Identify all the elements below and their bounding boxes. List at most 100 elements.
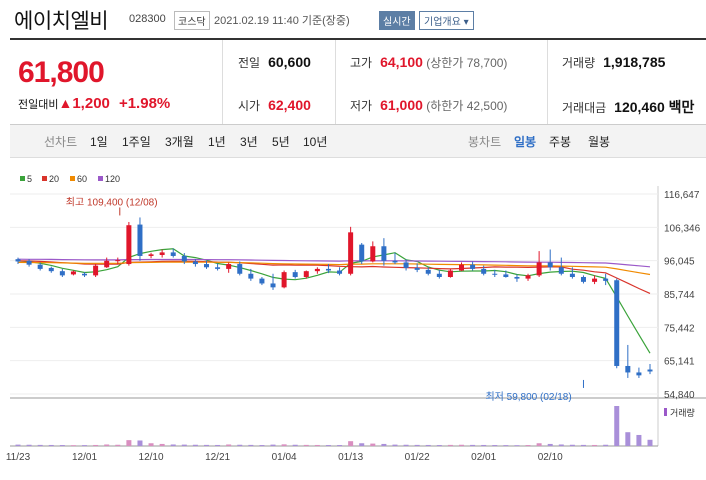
realtime-button[interactable]: 실시간 xyxy=(379,11,415,30)
volume-bar xyxy=(70,445,76,446)
candle-body xyxy=(381,246,387,261)
x-tick-label: 01/04 xyxy=(272,452,297,463)
tab-1w[interactable]: 1주일 xyxy=(122,133,151,150)
volume-stat: 거래량 1,918,785 xyxy=(562,54,666,70)
y-tick-label: 116,647 xyxy=(664,190,700,201)
divider xyxy=(547,40,548,124)
candle-body xyxy=(192,261,198,265)
volume-bar xyxy=(337,445,343,446)
legend-swatch-5 xyxy=(20,176,25,181)
volume-bar xyxy=(115,444,121,446)
candle-body xyxy=(625,365,631,373)
candle-body xyxy=(181,255,187,262)
volume-bar xyxy=(48,444,54,446)
candle-body xyxy=(148,254,154,256)
chart-grid: 116,647 106,346 96,045 85,744 75,442 65,141 54… xyxy=(10,186,706,446)
volume-bar xyxy=(192,444,198,446)
tab-1d[interactable]: 1일 xyxy=(90,133,108,150)
tab-weekly[interactable]: 주봉 xyxy=(549,133,571,150)
volume-bar xyxy=(314,444,320,446)
line-chart-label: 선차트 xyxy=(44,135,78,149)
candle-body xyxy=(314,268,320,272)
volume-bar xyxy=(525,445,531,446)
y-tick-label: 96,045 xyxy=(664,257,695,268)
candle-body xyxy=(270,283,276,288)
volume-bar xyxy=(137,440,143,446)
current-price: 61,800 xyxy=(18,56,105,89)
y-tick-label: 54,840 xyxy=(664,390,695,401)
volume-bar xyxy=(270,444,276,446)
tab-monthly[interactable]: 월봉 xyxy=(588,133,610,150)
volume-bar xyxy=(226,444,232,446)
candle-body xyxy=(82,273,88,276)
candle-body xyxy=(569,273,575,277)
stock-code: 028300 xyxy=(129,13,166,25)
candle-body xyxy=(37,264,43,269)
change-percent: +1.98% xyxy=(118,95,171,112)
volume-bar xyxy=(370,443,376,446)
candle-body xyxy=(104,260,110,268)
candle-body xyxy=(15,259,21,262)
x-tick-label: 11/23 xyxy=(6,452,31,463)
y-tick-label: 65,141 xyxy=(664,357,695,368)
tab-3y[interactable]: 3년 xyxy=(240,133,258,150)
quote-datetime: 2021.02.19 11:40 기준(장중) xyxy=(214,15,350,27)
legend-label-5: 5 xyxy=(27,174,32,184)
volume-bar xyxy=(170,444,176,446)
candle-body xyxy=(303,271,309,277)
volume-bar xyxy=(281,444,287,446)
candle-body xyxy=(436,273,442,277)
chart-legend: 5 20 60 120 xyxy=(20,174,120,184)
tab-daily[interactable]: 일봉 xyxy=(514,133,536,150)
volume-bar xyxy=(203,444,209,446)
volume-bar xyxy=(359,443,365,446)
candle-body xyxy=(580,276,586,282)
legend-label-60: 60 xyxy=(77,174,87,184)
candle-body xyxy=(425,269,431,274)
volume-bar xyxy=(93,444,99,446)
candle-body xyxy=(137,224,143,256)
chart-period-tabs: 선차트 1일 1주일 3개월 1년 3년 5년 10년 봉차트 일봉 주봉 월봉 xyxy=(10,125,706,158)
tab-1y[interactable]: 1년 xyxy=(208,133,226,150)
candle-body xyxy=(370,246,376,262)
volume-legend-swatch xyxy=(664,408,667,416)
volume-bar xyxy=(547,443,553,446)
legend-swatch-120 xyxy=(98,176,103,181)
up-arrow-icon: ▲ xyxy=(58,95,73,111)
high-annotation: 최고 109,400 (12/08) xyxy=(66,196,158,208)
volume-bar xyxy=(248,444,254,446)
low-price: 저가 61,000 (하한가 42,500) xyxy=(350,97,508,113)
stock-header: 에이치엘비 028300 코스닥 2021.02.19 11:40 기준(장중)… xyxy=(0,0,706,38)
tab-10y[interactable]: 10년 xyxy=(303,133,327,150)
candle-body xyxy=(325,268,331,271)
volume-bar xyxy=(514,445,520,446)
volume-bar xyxy=(392,444,398,446)
candle-body xyxy=(603,278,609,281)
candle-body xyxy=(592,278,598,282)
divider xyxy=(335,40,336,124)
volume-bars: 거래량 xyxy=(10,406,695,447)
candle-body xyxy=(226,264,232,269)
change-label: 전일대비 xyxy=(18,99,59,111)
volume-bar xyxy=(126,440,132,446)
volume-bar xyxy=(558,444,564,446)
volume-bar xyxy=(470,444,476,446)
candles xyxy=(15,217,653,378)
tab-3m[interactable]: 3개월 xyxy=(165,133,194,150)
volume-legend-label: 거래량 xyxy=(670,407,695,418)
stock-name: 에이치엘비 xyxy=(14,10,109,33)
y-tick-label: 85,744 xyxy=(664,290,695,301)
candle-body xyxy=(259,278,265,284)
candle-body xyxy=(248,273,254,279)
volume-bar xyxy=(414,444,420,446)
market-badge: 코스닥 xyxy=(174,11,210,30)
tab-5y[interactable]: 5년 xyxy=(272,133,290,150)
candle-body xyxy=(70,271,76,275)
low-annotation: 최저 59,800 (02/18) xyxy=(485,391,571,403)
volume-bar xyxy=(181,444,187,446)
legend-swatch-20 xyxy=(42,176,47,181)
candle-body xyxy=(414,267,420,270)
company-overview-dropdown[interactable]: 기업개요 ▾ xyxy=(419,11,474,30)
volume-bar xyxy=(603,444,609,446)
volume-bar xyxy=(503,445,509,446)
